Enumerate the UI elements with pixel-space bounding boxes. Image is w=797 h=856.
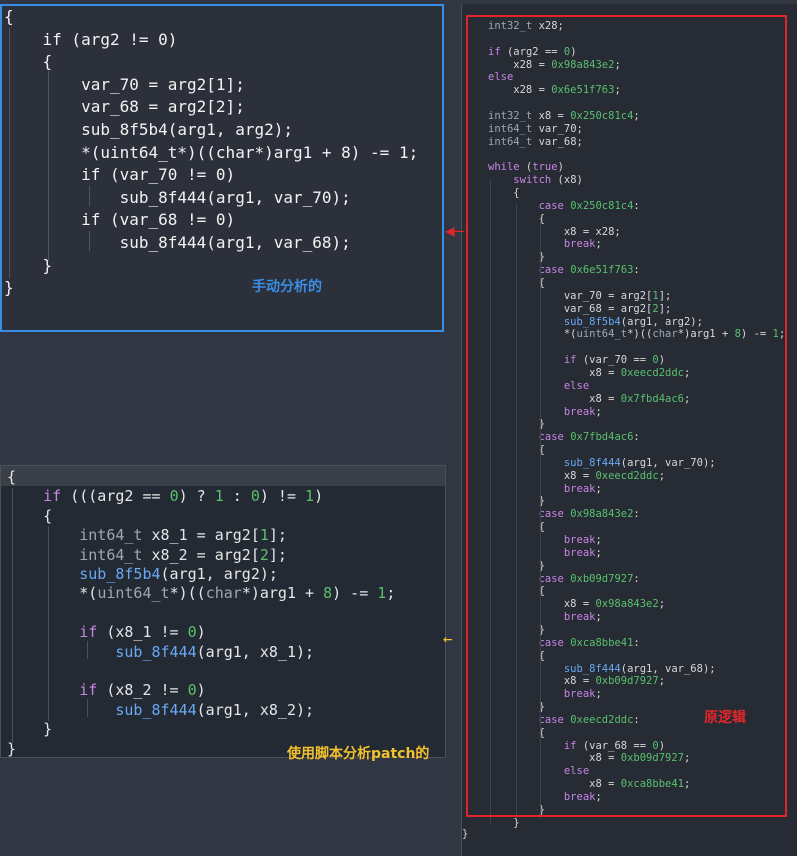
code-line: var_68 = arg2[2]; bbox=[4, 97, 245, 117]
code-line: { bbox=[7, 468, 17, 486]
code-line: if (var_68 != 0) bbox=[4, 210, 236, 230]
code-line: } bbox=[4, 278, 14, 298]
code-line: { bbox=[4, 7, 14, 26]
manual-analysis-panel: { if (arg2 != 0) { var_70 = arg2[1]; var… bbox=[0, 4, 444, 332]
arrow-left-icon: ◀— bbox=[445, 221, 465, 240]
code-line: { bbox=[4, 52, 53, 72]
indent-guide bbox=[89, 231, 90, 251]
code-line: if (var_70 != 0) bbox=[4, 165, 236, 185]
code-line: } bbox=[462, 828, 469, 840]
indent-guide bbox=[87, 699, 88, 717]
code-line: } bbox=[4, 255, 53, 275]
patched-analysis-panel: { if (((arg2 == 0) ? 1 : 0) != 1) { int6… bbox=[0, 465, 446, 758]
original-logic-label: 原逻辑 bbox=[704, 710, 746, 726]
code-line: if (x8_1 != 0) bbox=[79, 623, 206, 642]
patched-analysis-label: 使用脚本分析patch的 bbox=[287, 746, 430, 762]
indent-guide bbox=[12, 488, 13, 743]
code-line: sub_8f444(arg1, var_70); bbox=[4, 187, 351, 207]
code-line: sub_8f444(arg1, x8_1); bbox=[115, 642, 315, 661]
code-line: sub_8f444(arg1, x8_2); bbox=[115, 700, 315, 719]
manual-analysis-label: 手动分析的 bbox=[252, 279, 322, 295]
indent-guide bbox=[9, 28, 10, 278]
panel-header-bar bbox=[1, 466, 445, 486]
arrow-left-icon: ← bbox=[443, 629, 453, 648]
code-line: *(uint64_t*)((char*)arg1 + 8) -= 1; bbox=[4, 142, 419, 162]
indent-guide bbox=[48, 526, 49, 721]
code-line: } bbox=[7, 720, 53, 739]
indent-guide bbox=[87, 641, 88, 659]
code-line: } bbox=[488, 816, 520, 829]
indent-guide bbox=[89, 186, 90, 206]
code-line: var_70 = arg2[1]; bbox=[4, 74, 245, 94]
code-line: sub_8f444(arg1, var_68); bbox=[4, 233, 351, 252]
code-line: if (x8_2 != 0) bbox=[79, 681, 206, 700]
code-line: if (arg2 != 0) bbox=[4, 29, 178, 49]
original-logic-highlight-box bbox=[466, 15, 787, 817]
indent-guide bbox=[48, 71, 49, 261]
code-line: if (((arg2 == 0) ? 1 : 0) != 1) bbox=[43, 487, 324, 506]
code-line: { bbox=[7, 506, 53, 525]
code-line: *(uint64_t*)((char*)arg1 + 8) -= 1; bbox=[7, 584, 396, 603]
